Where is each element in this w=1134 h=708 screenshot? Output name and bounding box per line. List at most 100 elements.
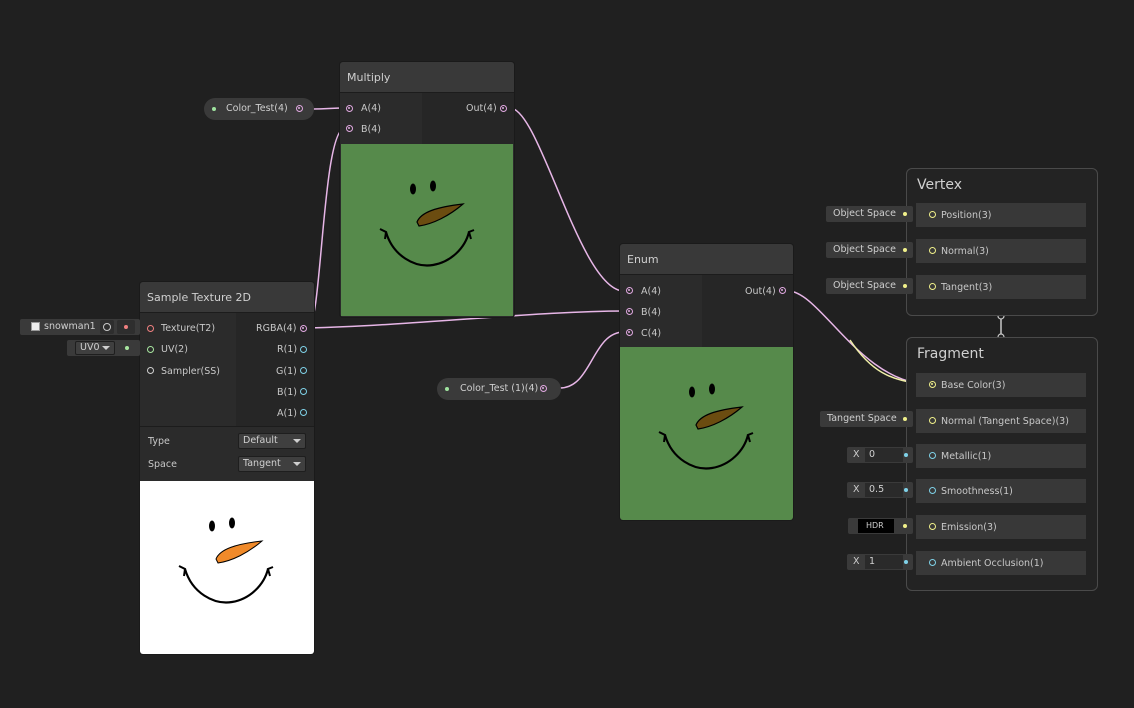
enum-input-c-label: C(4) (641, 328, 662, 339)
chevron-down-icon (102, 346, 110, 350)
emission-color-swatch[interactable]: HDR (858, 519, 894, 533)
uv-channel-dropdown[interactable]: UV0 (75, 341, 115, 355)
float-dot-icon (904, 453, 908, 457)
multiply-node-header[interactable]: Multiply (340, 62, 514, 93)
enum-node[interactable]: Enum A(4) B(4) C(4) Out(4) (620, 244, 793, 520)
metallic-input[interactable]: 0 (865, 448, 903, 462)
ambient-occlusion-slot[interactable]: Ambient Occlusion(1) (915, 550, 1087, 576)
multiply-output-port[interactable] (500, 105, 507, 112)
color-test-output-port[interactable] (296, 105, 303, 112)
texture-thumbnail-icon (31, 322, 40, 331)
uv-input-label: UV(2) (161, 344, 188, 355)
uv-input-port[interactable] (147, 346, 154, 353)
multiply-output-area (422, 93, 514, 144)
color-test-1-output-port[interactable] (540, 385, 547, 392)
texture-input-label: Texture(T2) (161, 323, 216, 334)
chevron-down-icon (293, 462, 301, 466)
base-color-port[interactable] (929, 381, 936, 388)
vertex-position-slot[interactable]: Position(3) (915, 202, 1087, 228)
color-test-property-node[interactable]: Color_Test(4) (204, 98, 314, 120)
rgba-output-label: RGBA(4) (256, 323, 297, 334)
position-port[interactable] (929, 211, 936, 218)
normal-tangent-space-value: Tangent Space (827, 413, 897, 424)
sample-texture-node-header[interactable]: Sample Texture 2D (140, 282, 314, 313)
smoothness-port[interactable] (929, 487, 936, 494)
g-output-label: G(1) (276, 366, 297, 377)
metallic-value-field[interactable]: X 0 (847, 447, 913, 463)
multiply-input-a-port[interactable] (346, 105, 353, 112)
emission-value-field[interactable]: HDR (848, 518, 913, 534)
rgba-output-port[interactable] (300, 325, 307, 332)
multiply-input-b-label: B(4) (361, 124, 381, 135)
position-space-field[interactable]: Object Space (826, 206, 913, 222)
normal-tangent-space-field[interactable]: Tangent Space (820, 411, 913, 427)
multiply-title: Multiply (347, 71, 391, 84)
enum-node-header[interactable]: Enum (620, 244, 793, 275)
vertex-title: Vertex (917, 177, 963, 193)
smoothness-axis-label: X (853, 484, 860, 495)
snowman-face-preview-icon (178, 517, 274, 604)
metallic-slot[interactable]: Metallic(1) (915, 443, 1087, 469)
ambient-occlusion-value-field[interactable]: X 1 (847, 554, 913, 570)
ambient-occlusion-input[interactable]: 1 (865, 555, 903, 569)
vertex-tangent-slot[interactable]: Tangent(3) (915, 274, 1087, 300)
fragment-context[interactable]: Fragment Base Color(3) Normal (Tangent S… (906, 337, 1098, 591)
smoothness-value-field[interactable]: X 0.5 (847, 482, 913, 498)
enum-input-a-label: A(4) (641, 286, 661, 297)
color-test-1-property-node[interactable]: Color_Test (1)(4) (437, 378, 561, 400)
r-output-port[interactable] (300, 346, 307, 353)
normal-tangent-slot[interactable]: Normal (Tangent Space)(3) (915, 408, 1087, 434)
fragment-title: Fragment (917, 346, 984, 362)
tangent-space-field[interactable]: Object Space (826, 278, 913, 294)
multiply-output-label: Out(4) (466, 103, 497, 114)
vertex-context[interactable]: Vertex Position(3) Normal(3) Tangent(3) (906, 168, 1098, 316)
texture-input-port[interactable] (147, 325, 154, 332)
normal-tangent-label: Normal (Tangent Space)(3) (941, 416, 1069, 427)
smoothness-input[interactable]: 0.5 (865, 483, 903, 497)
ambient-occlusion-port[interactable] (929, 559, 936, 566)
enum-input-c-port[interactable] (626, 329, 633, 336)
multiply-node[interactable]: Multiply A(4) B(4) Out(4) (340, 62, 514, 317)
enum-input-b-port[interactable] (626, 308, 633, 315)
texture-input-value: snowman1 (44, 321, 96, 332)
metallic-port[interactable] (929, 452, 936, 459)
smoothness-label: Smoothness(1) (941, 486, 1013, 497)
vertex-normal-slot[interactable]: Normal(3) (915, 238, 1087, 264)
uv-input-field[interactable]: UV0 (67, 340, 140, 356)
type-dropdown[interactable]: Default (238, 433, 306, 449)
snowman-face-preview-icon (379, 180, 475, 267)
a-output-port[interactable] (300, 409, 307, 416)
sample-texture-title: Sample Texture 2D (147, 291, 251, 304)
sampler-input-label: Sampler(SS) (161, 366, 220, 377)
property-dot-icon (445, 387, 449, 391)
ambient-occlusion-axis-label: X (853, 556, 860, 567)
sampler-input-port[interactable] (147, 367, 154, 374)
float-dot-icon (904, 488, 908, 492)
b-output-port[interactable] (300, 388, 307, 395)
smoothness-value: 0.5 (869, 484, 885, 495)
emission-hdr-label: HDR (866, 521, 884, 530)
sample-texture-2d-node[interactable]: Sample Texture 2D Texture(T2) UV(2) Samp… (140, 282, 314, 654)
texture-connection-slot[interactable] (117, 320, 135, 334)
multiply-input-b-port[interactable] (346, 125, 353, 132)
a-output-label: A(1) (277, 408, 297, 419)
space-dropdown[interactable]: Tangent (238, 456, 306, 472)
emission-port[interactable] (929, 523, 936, 530)
color-test-label: Color_Test(4) (226, 103, 288, 114)
normal-space-field[interactable]: Object Space (826, 242, 913, 258)
enum-title: Enum (627, 253, 659, 266)
base-color-label: Base Color(3) (941, 380, 1006, 391)
normal-tangent-port[interactable] (929, 417, 936, 424)
g-output-port[interactable] (300, 367, 307, 374)
texture-input-field[interactable]: snowman1 (20, 319, 140, 335)
enum-output-port[interactable] (779, 287, 786, 294)
divider (140, 426, 314, 427)
normal-port[interactable] (929, 247, 936, 254)
base-color-slot[interactable]: Base Color(3) (915, 372, 1087, 398)
smoothness-slot[interactable]: Smoothness(1) (915, 478, 1087, 504)
tangent-port[interactable] (929, 283, 936, 290)
object-picker-button[interactable] (100, 320, 114, 334)
enum-input-a-port[interactable] (626, 287, 633, 294)
emission-slot[interactable]: Emission(3) (915, 514, 1087, 540)
position-label: Position(3) (941, 210, 992, 221)
